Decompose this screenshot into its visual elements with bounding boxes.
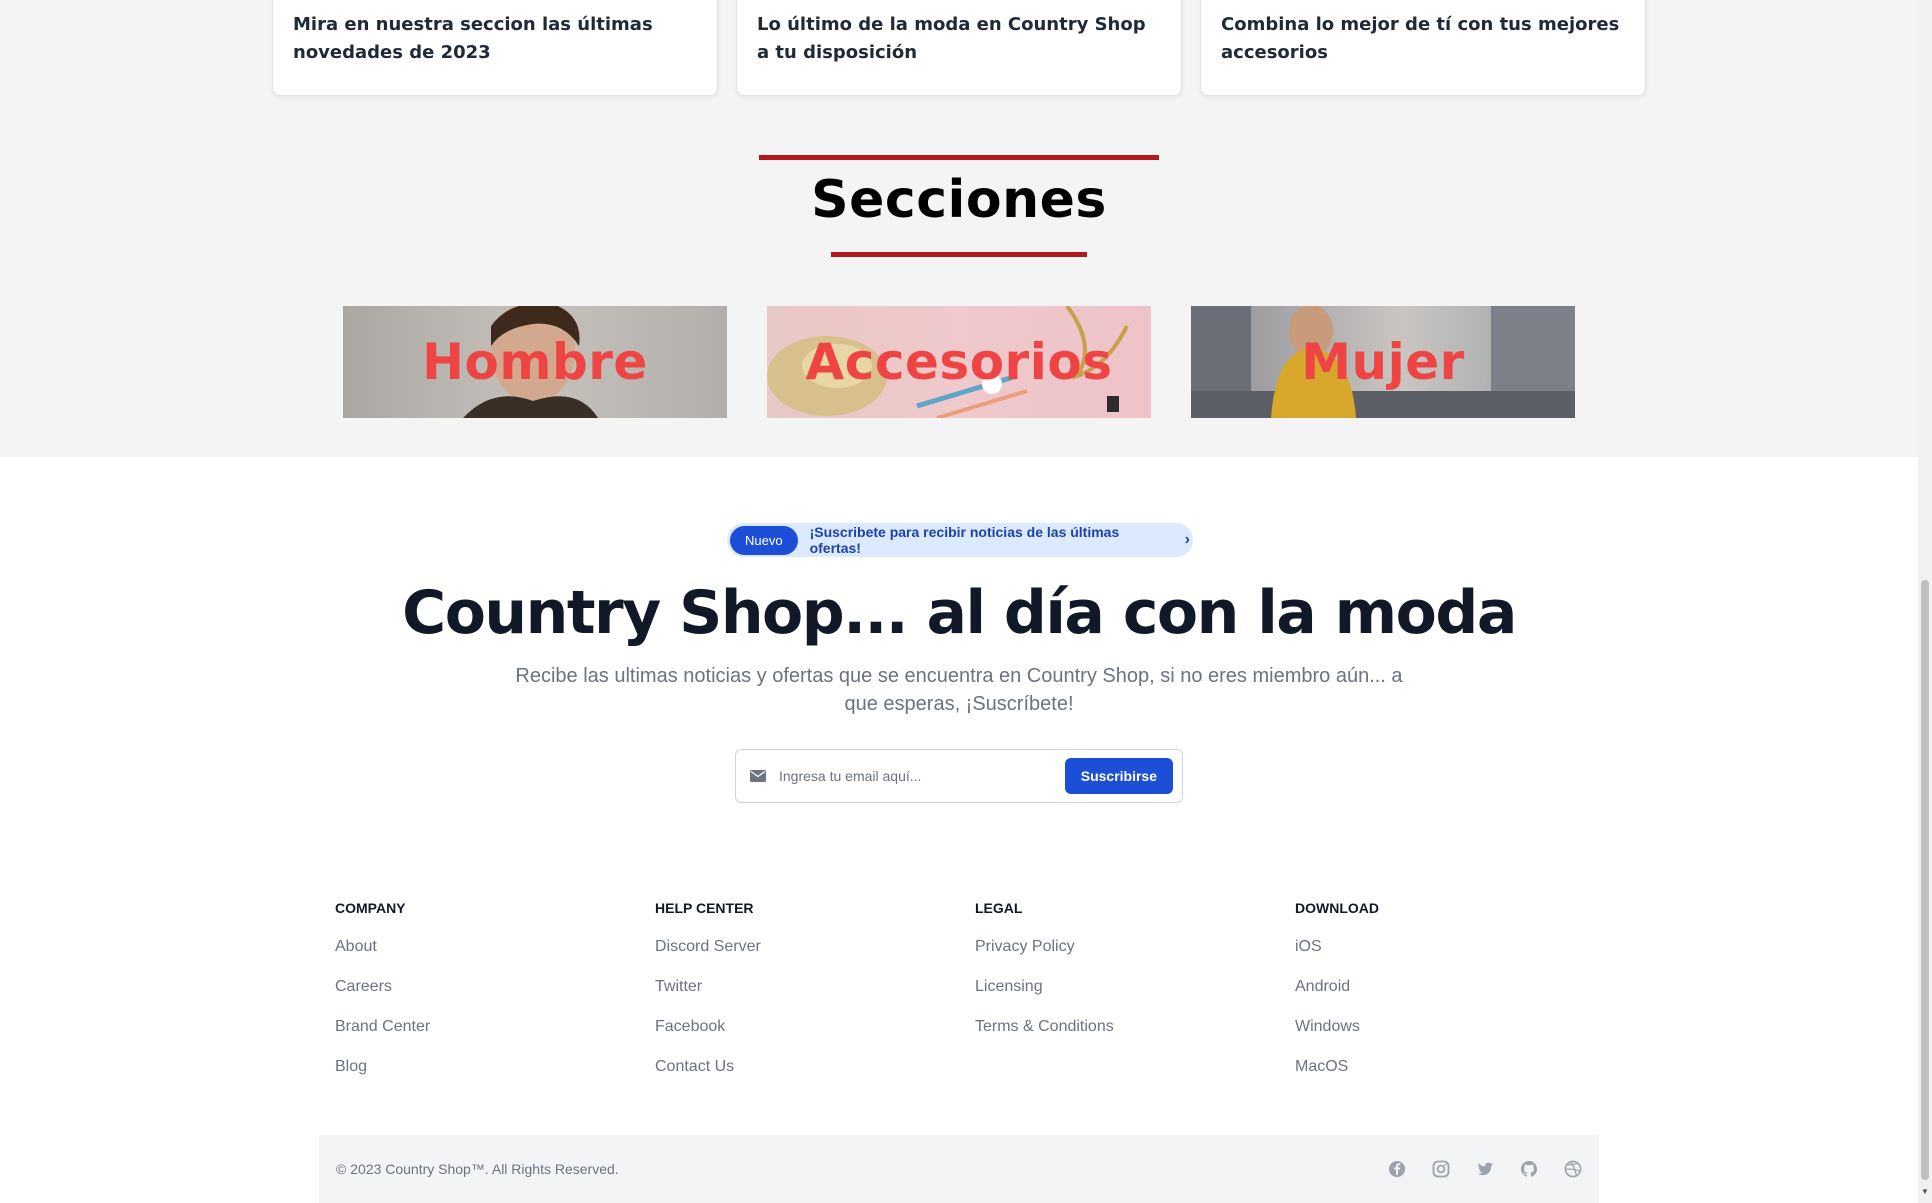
footer-column-legal: Legal Privacy Policy Licensing Terms & C… xyxy=(975,900,1255,1056)
footer-link-android[interactable]: Android xyxy=(1295,976,1575,1016)
section-tile-accesorios[interactable]: Accesorios xyxy=(767,306,1151,418)
promo-card[interactable]: Mira en nuestra seccion las últimas nove… xyxy=(272,0,718,96)
subscribe-button[interactable]: Suscribirse xyxy=(1064,758,1173,794)
newsletter-announcement[interactable]: Nuevo ¡Suscribete para recibir noticias … xyxy=(727,523,1193,557)
promo-card[interactable]: Lo último de la moda en Country Shop a t… xyxy=(736,0,1182,96)
tile-label: Accesorios xyxy=(805,333,1113,391)
page-scrollbar[interactable]: ▼ xyxy=(1918,0,1932,1203)
content-band: Mira en nuestra seccion las últimas nove… xyxy=(0,0,1918,457)
footer-link-blog[interactable]: Blog xyxy=(335,1056,615,1096)
copyright-text: © 2023 Country Shop™. All Rights Reserve… xyxy=(336,1161,619,1177)
footer-link-macos[interactable]: MacOS xyxy=(1295,1056,1575,1096)
footer-link-about[interactable]: About xyxy=(335,936,615,976)
promo-card-text: Mira en nuestra seccion las últimas nove… xyxy=(293,14,653,63)
section-tile-hombre[interactable]: Hombre xyxy=(343,306,727,418)
footer-column-company: Company About Careers Brand Center Blog xyxy=(335,900,615,1096)
twitter-icon[interactable] xyxy=(1476,1160,1494,1178)
footer-link-twitter[interactable]: Twitter xyxy=(655,976,935,1016)
footer-link-windows[interactable]: Windows xyxy=(1295,1016,1575,1056)
footer-link-privacy[interactable]: Privacy Policy xyxy=(975,936,1255,976)
footer-heading: Help center xyxy=(655,900,754,916)
github-icon[interactable] xyxy=(1520,1160,1538,1178)
facebook-icon[interactable] xyxy=(1388,1160,1406,1178)
tile-label: Mujer xyxy=(1301,333,1465,391)
footer-link-licensing[interactable]: Licensing xyxy=(975,976,1255,1016)
instagram-icon[interactable] xyxy=(1432,1160,1450,1178)
footer-link-ios[interactable]: iOS xyxy=(1295,936,1575,976)
announcement-text: ¡Suscribete para recibir noticias de las… xyxy=(809,524,1120,556)
footer-bottom-bar: © 2023 Country Shop™. All Rights Reserve… xyxy=(319,1135,1599,1203)
section-bottom-rule xyxy=(831,252,1087,257)
tile-label: Hombre xyxy=(422,333,648,391)
footer-link-facebook[interactable]: Facebook xyxy=(655,1016,935,1056)
footer-link-brand-center[interactable]: Brand Center xyxy=(335,1016,615,1056)
sections-title: Secciones xyxy=(811,170,1107,230)
mail-icon xyxy=(750,770,766,782)
scroll-down-icon[interactable]: ▼ xyxy=(1921,1188,1929,1196)
new-badge: Nuevo xyxy=(730,525,798,555)
subscribe-form: Suscribirse xyxy=(735,749,1183,803)
footer-link-contact[interactable]: Contact Us xyxy=(655,1056,935,1096)
dribbble-icon[interactable] xyxy=(1564,1160,1582,1178)
footer-heading: Download xyxy=(1295,900,1379,916)
footer-heading: Company xyxy=(335,900,406,916)
footer-column-download: Download iOS Android Windows MacOS xyxy=(1295,900,1575,1096)
promo-card-text: Combina lo mejor de tí con tus mejores a… xyxy=(1221,14,1620,63)
footer-link-discord[interactable]: Discord Server xyxy=(655,936,935,976)
section-tile-mujer[interactable]: Mujer xyxy=(1191,306,1575,418)
section-top-rule xyxy=(759,155,1159,160)
email-input[interactable] xyxy=(777,767,1065,785)
footer-heading: Legal xyxy=(975,900,1023,916)
newsletter-subtitle: Recibe las ultimas noticias y ofertas qu… xyxy=(515,665,1403,715)
chevron-right-icon: › xyxy=(1184,531,1190,548)
promo-card-text: Lo último de la moda en Country Shop a t… xyxy=(757,14,1146,63)
footer-link-terms[interactable]: Terms & Conditions xyxy=(975,1016,1255,1056)
footer-column-help-center: Help center Discord Server Twitter Faceb… xyxy=(655,900,935,1096)
scrollbar-thumb[interactable] xyxy=(1921,580,1929,1180)
newsletter-title: Country Shop... al día con la moda xyxy=(402,578,1517,648)
promo-card[interactable]: Combina lo mejor de tí con tus mejores a… xyxy=(1200,0,1646,96)
footer-link-careers[interactable]: Careers xyxy=(335,976,615,1016)
